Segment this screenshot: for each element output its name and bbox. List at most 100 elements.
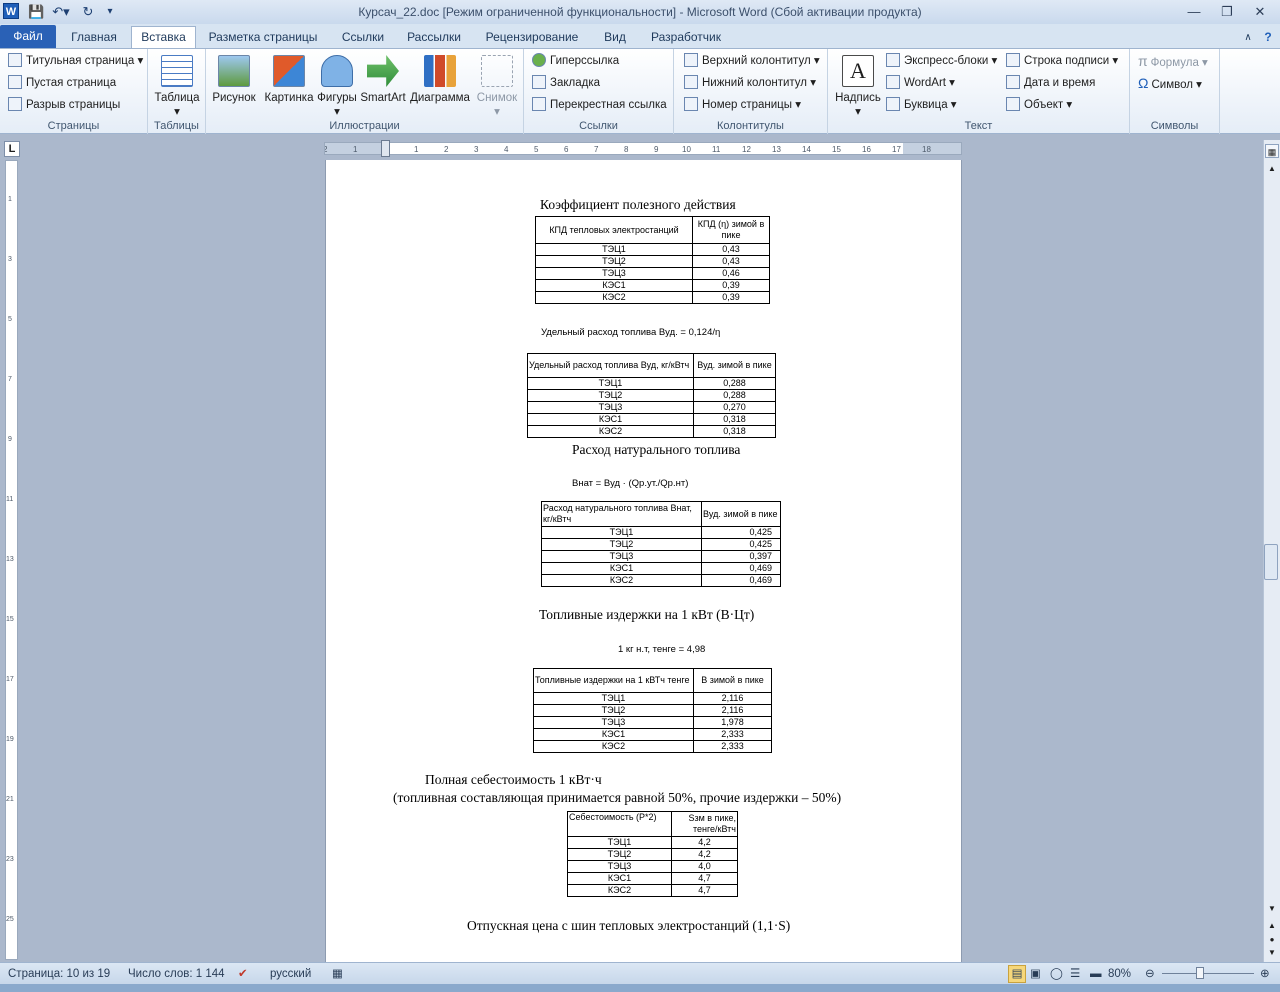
table-header-cell: Вуд. зимой в пике [693, 353, 776, 378]
tab-view[interactable]: Вид [594, 27, 636, 48]
svg-text:15: 15 [6, 616, 14, 623]
bookmark-button[interactable]: Закладка [532, 73, 600, 93]
clipart-button[interactable]: Картинка [260, 51, 318, 117]
vertical-ruler[interactable]: 1 3 5 7 9 11 13 15 17 19 21 23 25 [5, 160, 18, 960]
language-indicator[interactable]: русский [270, 963, 311, 985]
close-button[interactable]: ✕ [1246, 2, 1274, 22]
macro-icon[interactable]: ▦ [332, 963, 343, 985]
table-natural-fuel[interactable]: Расход натурального топлива Внат, кг/кВт… [541, 501, 781, 587]
table-cell: ТЭЦ3 [533, 716, 694, 729]
ruler-toggle-icon[interactable]: ▦ [1265, 144, 1279, 158]
minimize-ribbon-icon[interactable]: ∧ [1240, 27, 1256, 48]
table-cell: ТЭЦ1 [535, 243, 693, 256]
scrollbar-thumb[interactable] [1264, 544, 1278, 580]
table-button[interactable]: Таблица ▾ [152, 51, 202, 118]
table-cell: 4,2 [671, 836, 738, 849]
screenshot-button[interactable]: Снимок ▾ [472, 51, 522, 118]
zoom-level[interactable]: 80% [1108, 963, 1131, 985]
previous-page-icon[interactable]: ▲ [1265, 920, 1279, 932]
wordart-button[interactable]: WordArt ▾ [886, 73, 955, 93]
draft-icon[interactable]: ▬ [1090, 963, 1102, 985]
signature-line-button[interactable]: Строка подписи ▾ [1006, 51, 1118, 71]
table-row: ТЭЦ1 2,116 [533, 692, 772, 705]
dropcap-button[interactable]: Буквица ▾ [886, 95, 957, 115]
redo-icon[interactable]: ↻ [80, 3, 96, 21]
table-cell: 0,43 [692, 255, 770, 268]
table-full-cost[interactable]: Себестоимость (Р*2) Sзм в пике, тенге/кВт… [567, 811, 738, 897]
tab-mailings[interactable]: Рассылки [400, 27, 468, 48]
page-number-button[interactable]: Номер страницы ▾ [684, 95, 801, 115]
tab-developer[interactable]: Разработчик [644, 27, 728, 48]
outline-icon[interactable]: ☰ [1070, 963, 1080, 985]
tab-page-layout[interactable]: Разметка страницы [202, 27, 324, 48]
smartart-button[interactable]: SmartArt [358, 51, 408, 117]
shapes-button[interactable]: Фигуры ▾ [316, 51, 358, 118]
document-page[interactable]: Коэффициент полезного действия КПД тепло… [325, 160, 962, 962]
group-pages: Титульная страница ▾ Пустая страница Раз… [0, 49, 148, 134]
table-cell: КЭС2 [533, 740, 694, 753]
svg-text:1: 1 [414, 145, 419, 154]
tab-references[interactable]: Ссылки [332, 27, 394, 48]
horizontal-ruler[interactable]: 2 1 1 2 3 4 5 6 7 8 9 10 11 12 13 14 15 16 17 18 [324, 140, 962, 157]
table-row: КЭС1 0,39 [535, 279, 770, 292]
table-row: ТЭЦ1 0,425 [541, 526, 781, 539]
svg-text:3: 3 [474, 145, 479, 154]
table-cell: 0,43 [692, 243, 770, 256]
word-app-icon[interactable]: W [3, 3, 19, 19]
quick-parts-button[interactable]: Экспресс-блоки ▾ [886, 51, 997, 71]
hyperlink-button[interactable]: Гиперссылка [532, 51, 619, 71]
table-header-cell: В зимой в пике [693, 668, 772, 693]
table-cell: 2,333 [693, 728, 772, 741]
table-specific-consumption[interactable]: Удельный расход топлива Вуд, кг/кВтч Вуд.… [527, 353, 776, 438]
proofing-icon[interactable]: ✔ [238, 963, 248, 985]
tab-file[interactable]: Файл [0, 25, 56, 48]
indent-marker[interactable] [381, 140, 390, 157]
cover-page-button[interactable]: Титульная страница ▾ [8, 51, 143, 71]
zoom-slider-handle[interactable] [1196, 967, 1204, 979]
help-icon[interactable]: ? [1260, 27, 1276, 48]
restore-button[interactable]: ❐ [1213, 2, 1241, 22]
tab-home[interactable]: Главная [62, 27, 126, 48]
zoom-slider[interactable] [1162, 973, 1254, 974]
table-fuel-costs[interactable]: Топливные издержки на 1 кВТч тенге В зимо… [533, 668, 772, 753]
group-links: Гиперссылка Закладка Перекрестная ссылка… [524, 49, 674, 134]
table-cell: КЭС2 [535, 291, 693, 304]
zoom-in-icon[interactable]: ⊕ [1260, 963, 1270, 985]
undo-icon[interactable]: ↶▾ [50, 3, 72, 21]
svg-text:21: 21 [6, 796, 14, 803]
cross-reference-button[interactable]: Перекрестная ссылка [532, 95, 667, 115]
equation-button[interactable]: π Формула ▾ [1138, 51, 1208, 71]
web-layout-icon[interactable]: ◯ [1050, 963, 1063, 985]
scroll-down-icon[interactable]: ▼ [1265, 902, 1279, 916]
symbol-button[interactable]: Ω Символ ▾ [1138, 73, 1202, 93]
full-screen-reading-icon[interactable]: ▣ [1030, 963, 1041, 985]
page-break-button[interactable]: Разрыв страницы [8, 95, 120, 115]
scroll-up-icon[interactable]: ▲ [1265, 162, 1279, 176]
minimize-button[interactable]: — [1180, 2, 1208, 22]
table-cell: ТЭЦ2 [527, 389, 694, 402]
footer-button[interactable]: Нижний колонтитул ▾ [684, 73, 816, 93]
header-button[interactable]: Верхний колонтитул ▾ [684, 51, 820, 71]
zoom-out-icon[interactable]: ⊖ [1145, 963, 1155, 985]
tab-review[interactable]: Рецензирование [476, 27, 588, 48]
date-time-button[interactable]: Дата и время [1006, 73, 1095, 93]
picture-button[interactable]: Рисунок [208, 51, 260, 117]
svg-text:18: 18 [922, 145, 931, 154]
tab-selector[interactable]: L [4, 141, 20, 157]
word-count[interactable]: Число слов: 1 144 [128, 963, 225, 985]
page-count[interactable]: Страница: 10 из 19 [8, 963, 110, 985]
table-cell: КЭС2 [541, 574, 702, 587]
print-layout-icon[interactable]: ▤ [1008, 965, 1026, 983]
bookmark-icon [532, 75, 546, 89]
blank-page-button[interactable]: Пустая страница [8, 73, 116, 93]
table-efficiency[interactable]: КПД тепловых электростанций КПД (η) зимой… [535, 216, 770, 304]
customize-quick-access-icon[interactable]: ▾ [104, 3, 116, 21]
next-page-icon[interactable]: ▼ [1265, 947, 1279, 959]
chart-button[interactable]: Диаграмма [408, 51, 472, 117]
object-button[interactable]: Объект ▾ [1006, 95, 1072, 115]
tab-insert[interactable]: Вставка [131, 26, 196, 48]
browse-object-icon[interactable]: ● [1265, 934, 1279, 946]
table-cell: 0,425 [701, 538, 781, 551]
textbox-button[interactable]: A Надпись ▾ [832, 51, 884, 118]
save-icon[interactable]: 💾 [28, 3, 44, 21]
